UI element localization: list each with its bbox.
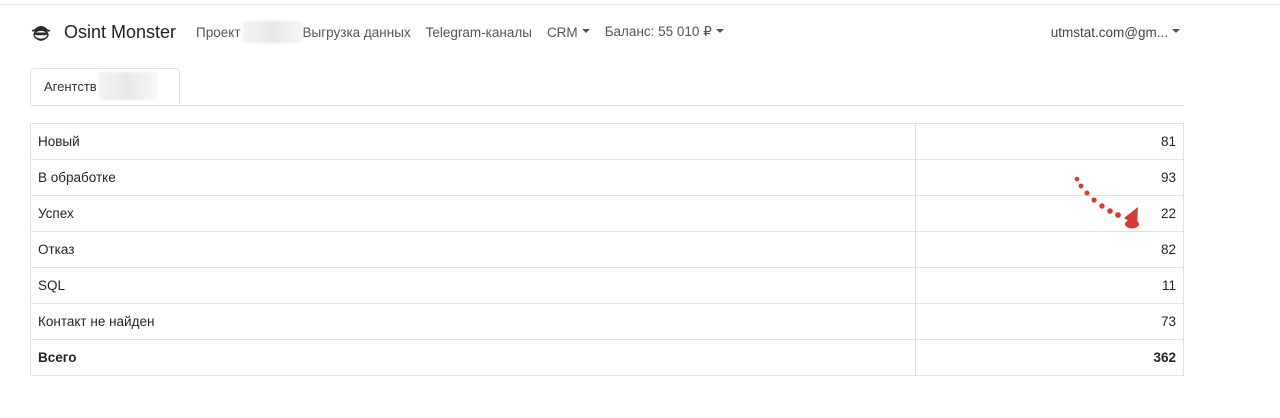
nav-telegram-channels[interactable]: Telegram-каналы	[426, 25, 532, 40]
status-label: Контакт не найден	[30, 303, 916, 340]
status-label: Успех	[30, 195, 916, 232]
caret-down-icon	[1172, 29, 1180, 33]
brand[interactable]: Osint Monster	[30, 21, 176, 43]
navbar: Osint Monster Проект Выгрузка данных Tel…	[30, 18, 1184, 46]
nav-crm-dropdown[interactable]: CRM	[547, 25, 590, 40]
tab-agency[interactable]: Агентств	[30, 68, 180, 104]
redacted-blur	[98, 72, 157, 100]
nav-data-export[interactable]: Выгрузка данных	[303, 25, 411, 40]
table-row: В обработке 93	[30, 159, 1184, 196]
user-email: utmstat.com@gm...	[1050, 24, 1168, 40]
status-label: SQL	[30, 267, 916, 304]
status-count: 82	[915, 231, 1184, 268]
table-row: Успех 22	[30, 195, 1184, 232]
nav-balance-dropdown[interactable]: Баланс: 55 010 ₽	[605, 24, 724, 40]
user-menu-dropdown[interactable]: utmstat.com@gm...	[1051, 25, 1184, 40]
redacted-blur	[242, 21, 303, 43]
total-count: 362	[915, 339, 1184, 376]
table-row: Отказ 82	[30, 231, 1184, 268]
tab-bar: Агентств	[30, 68, 1184, 106]
status-label: Новый	[30, 123, 916, 160]
total-label: Всего	[30, 339, 916, 376]
spy-mask-icon	[31, 26, 51, 41]
caret-down-icon	[715, 29, 724, 33]
table-row: Новый 81	[30, 123, 1184, 160]
tab-agency-label: Агентств	[44, 78, 97, 94]
status-count: 73	[915, 303, 1184, 340]
page: Osint Monster Проект Выгрузка данных Tel…	[0, 0, 1280, 418]
status-label: В обработке	[30, 159, 916, 196]
top-border	[0, 4, 1280, 5]
table-total-row: Всего 362	[30, 339, 1184, 376]
nav-crm-label: CRM	[546, 24, 578, 40]
nav-balance-label: Баланс: 55 010 ₽	[604, 24, 712, 39]
nav-projects-label: Проект	[196, 24, 241, 40]
table-row: SQL 11	[30, 267, 1184, 304]
caret-down-icon	[581, 29, 590, 33]
nav-projects[interactable]: Проект	[196, 21, 304, 43]
annotation-arrow-icon	[1074, 176, 1139, 229]
brand-name: Osint Monster	[64, 21, 177, 42]
status-label: Отказ	[30, 231, 916, 268]
status-stats-table: Новый 81 В обработке 93 Успех 22 Отказ 8…	[30, 123, 1184, 376]
table-row: Контакт не найден 73	[30, 303, 1184, 340]
status-count: 11	[915, 267, 1184, 304]
status-count: 81	[915, 123, 1184, 160]
